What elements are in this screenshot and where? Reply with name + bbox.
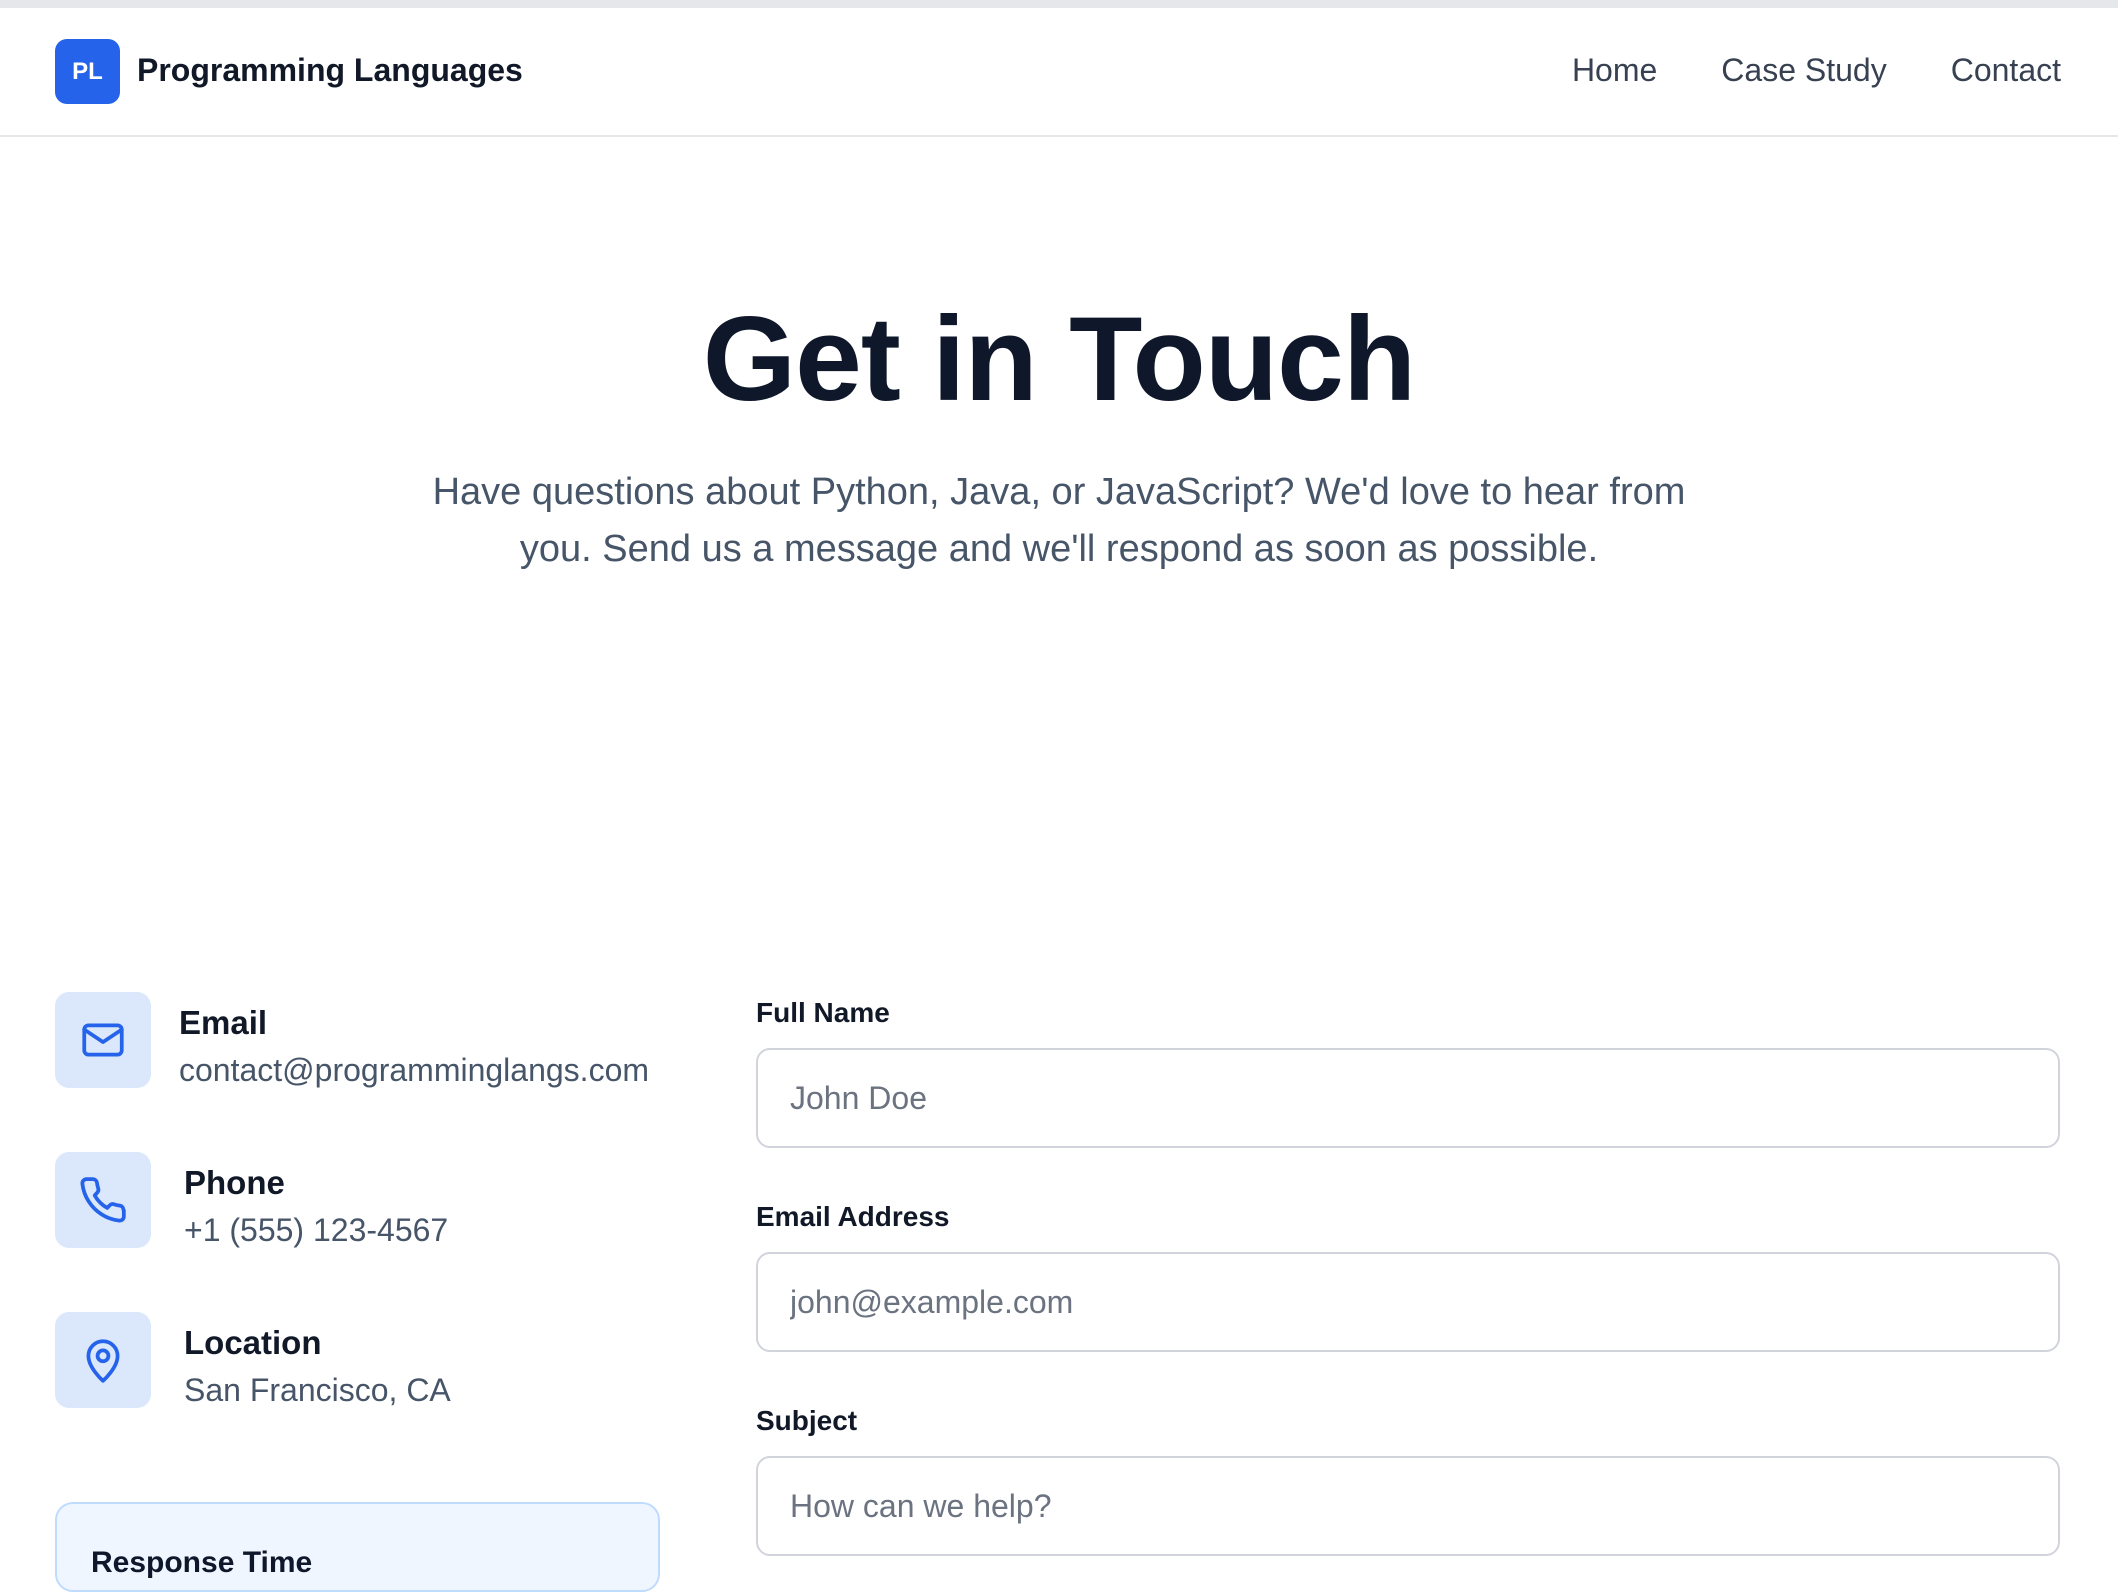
email-address-input[interactable]: [756, 1252, 2060, 1352]
mail-icon: [55, 992, 151, 1088]
contact-location-value: San Francisco, CA: [184, 1372, 451, 1408]
subject-input[interactable]: [756, 1456, 2060, 1556]
phone-icon: [55, 1152, 151, 1248]
contact-phone-title: Phone: [184, 1164, 285, 1201]
page-subtitle: Have questions about Python, Java, or Ja…: [405, 464, 1713, 578]
contact-location-title: Location: [184, 1324, 322, 1361]
page-subtitle-line-2: you. Send us a message and we'll respond…: [519, 528, 1599, 570]
nav-case-study[interactable]: Case Study: [1721, 52, 1886, 89]
contact-email-value[interactable]: contact@programminglangs.com: [179, 1052, 649, 1089]
full-name-input[interactable]: [756, 1048, 2060, 1148]
site-header: PL Programming Languages Home Case Study…: [0, 8, 2118, 137]
response-time-title: Response Time: [91, 1546, 313, 1579]
nav-home[interactable]: Home: [1572, 52, 1657, 89]
contact-location: Location San Francisco, CA: [55, 1312, 675, 1412]
main-nav: Home Case Study Contact: [1572, 52, 2061, 89]
page-title: Get in Touch: [702, 292, 1416, 426]
window-top-strip: [0, 0, 2118, 8]
logo-badge[interactable]: PL: [55, 39, 120, 104]
page-subtitle-line-1: Have questions about Python, Java, or Ja…: [432, 471, 1686, 513]
contact-phone-value[interactable]: +1 (555) 123-4567: [184, 1212, 448, 1249]
email-address-label: Email Address: [756, 1201, 950, 1232]
contact-email-title: Email: [179, 1004, 268, 1041]
contact-email: Email contact@programminglangs.com: [55, 992, 675, 1092]
map-pin-icon: [55, 1312, 151, 1408]
nav-contact[interactable]: Contact: [1951, 52, 2061, 89]
contact-phone: Phone +1 (555) 123-4567: [55, 1152, 675, 1252]
brand-name[interactable]: Programming Languages: [137, 52, 523, 89]
response-time-card: Response Time: [55, 1502, 660, 1592]
full-name-label: Full Name: [756, 997, 890, 1028]
subject-label: Subject: [756, 1405, 858, 1436]
